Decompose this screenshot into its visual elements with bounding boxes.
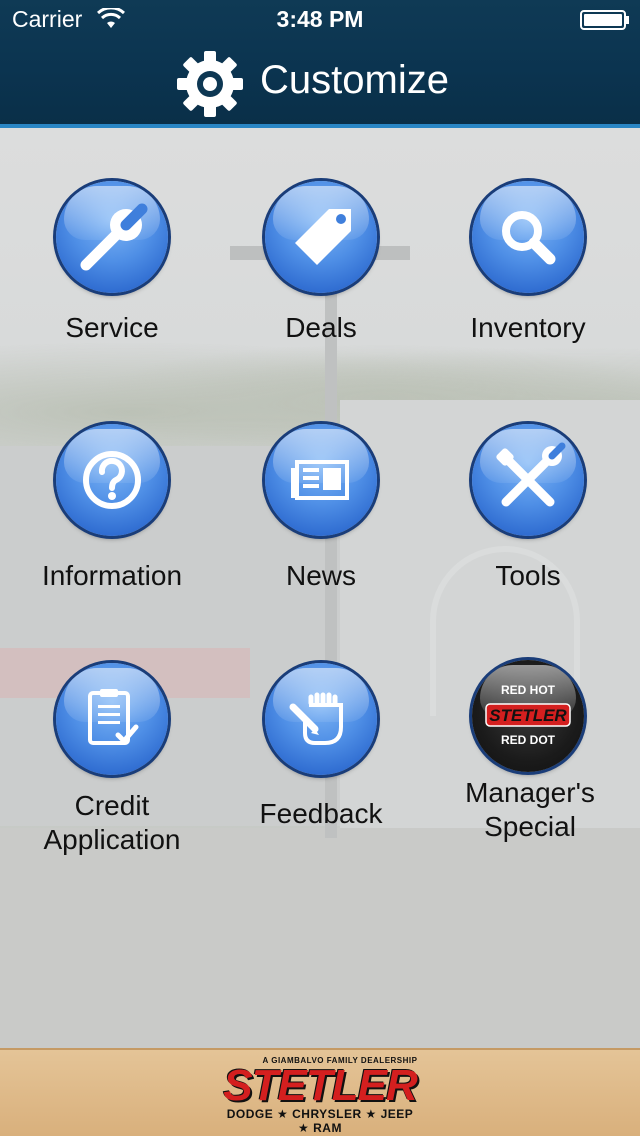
stetler-red-hot-red-dot-logo: RED HOT STETLER RED DOT (485, 683, 571, 747)
managers-special-label: Manager's Special (465, 777, 595, 842)
hand-writing-icon (289, 692, 343, 745)
menu-item-managers-special[interactable]: RED HOT STETLER RED DOT Manager's Specia… (423, 660, 633, 880)
wrench-icon (80, 203, 148, 271)
badge-top-text: RED HOT (501, 683, 556, 697)
tools-icon (496, 442, 566, 507)
badge-brand-text: STETLER (489, 706, 567, 725)
news-button[interactable] (265, 424, 377, 536)
dealership-banner[interactable]: A GIAMBALVO FAMILY DEALERSHIP STETLER DO… (0, 1048, 640, 1136)
tools-button[interactable] (472, 424, 584, 536)
magnifier-icon (502, 211, 556, 265)
stetler-logo[interactable]: A GIAMBALVO FAMILY DEALERSHIP STETLER DO… (220, 1056, 420, 1135)
app-header: Carrier 3:48 PM Customize (0, 0, 640, 128)
information-label: Information (41, 560, 183, 591)
menu-item-credit-application[interactable]: Credit Application (7, 663, 217, 883)
news-label: News (285, 560, 356, 591)
menu-item-inventory[interactable]: Inventory (423, 181, 633, 401)
badge-bottom-text: RED DOT (501, 733, 556, 747)
deals-button[interactable] (265, 181, 377, 293)
credit-application-button[interactable] (56, 663, 168, 775)
service-label: Service (65, 312, 159, 343)
title-bar: Customize (0, 46, 640, 122)
menu-item-tools[interactable]: Tools (423, 424, 633, 644)
tools-label: Tools (495, 560, 561, 591)
managers-special-button[interactable]: RED HOT STETLER RED DOT (472, 660, 584, 772)
status-time: 3:48 PM (276, 6, 364, 32)
feedback-button[interactable] (265, 663, 377, 775)
menu-item-news[interactable]: News (216, 424, 426, 644)
inventory-button[interactable] (472, 181, 584, 293)
information-button[interactable] (56, 424, 168, 536)
feedback-label: Feedback (259, 798, 383, 829)
inventory-label: Inventory (470, 312, 586, 343)
menu-item-service[interactable]: Service (7, 181, 217, 401)
menu-item-deals[interactable]: Deals (216, 181, 426, 401)
clipboard-check-icon (88, 689, 139, 745)
deals-label: Deals (285, 312, 357, 343)
gear-icon[interactable] (176, 50, 244, 118)
menu-item-feedback[interactable]: Feedback (216, 663, 426, 883)
logo-brand: STETLER (223, 1061, 417, 1110)
page-title: Customize (260, 58, 449, 102)
menu-item-information[interactable]: Information (7, 424, 217, 644)
question-mark-icon (83, 451, 141, 509)
status-bar: Carrier 3:48 PM (0, 0, 640, 40)
price-tag-icon (295, 209, 351, 265)
newspaper-icon (291, 460, 349, 500)
credit-application-label: Credit Application (43, 790, 181, 855)
logo-makes: DODGE ★ CHRYSLER ★ JEEP ★ RAM (226, 1107, 414, 1135)
service-button[interactable] (56, 181, 168, 293)
battery-icon (580, 10, 629, 30)
